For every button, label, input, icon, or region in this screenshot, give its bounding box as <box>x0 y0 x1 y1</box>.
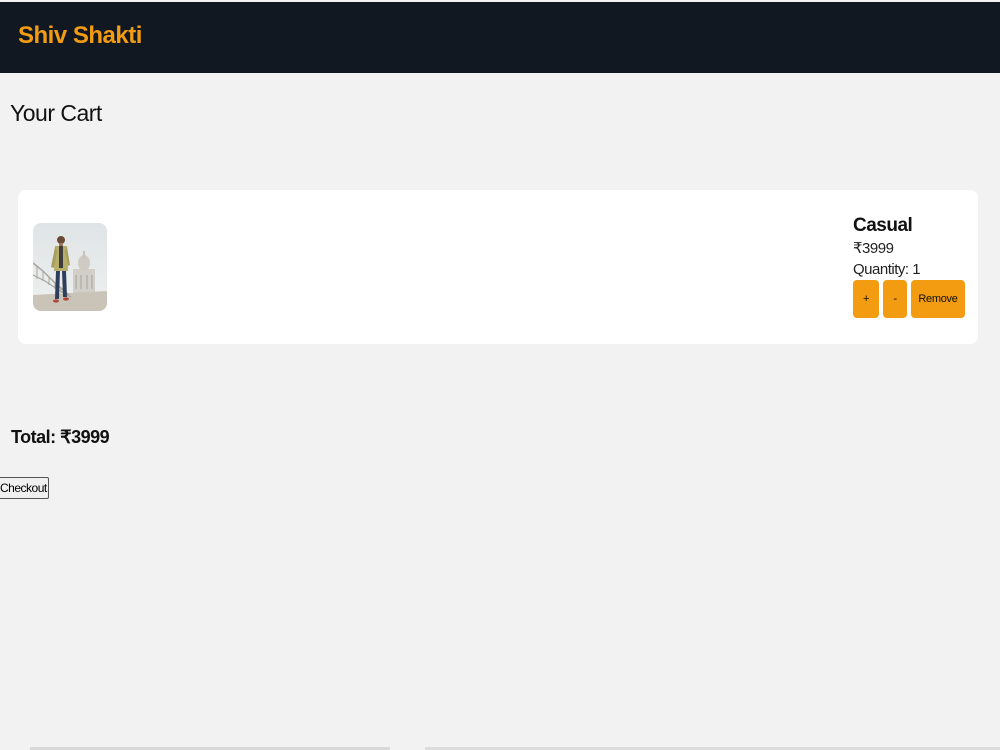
product-photo-icon <box>33 223 107 311</box>
remove-item-button[interactable]: Remove <box>911 280 965 318</box>
product-name: Casual <box>853 215 913 236</box>
checkout-button[interactable]: Checkout <box>0 477 49 499</box>
cart-item-card: Casual ₹3999 Quantity: 1 + - Remove <box>18 190 978 344</box>
site-header: Shiv Shakti <box>0 2 1000 73</box>
increase-quantity-button[interactable]: + <box>853 280 879 318</box>
product-price: ₹3999 <box>853 240 894 257</box>
quantity-controls: + - Remove <box>853 280 973 318</box>
product-details: Casual ₹3999 Quantity: 1 + - Remove <box>853 214 973 318</box>
product-quantity: Quantity: 1 <box>853 261 921 278</box>
page-title: Your Cart <box>10 100 102 126</box>
cart-total: Total: ₹3999 <box>11 427 110 447</box>
decrease-quantity-button[interactable]: - <box>883 280 907 318</box>
product-image <box>33 223 107 311</box>
brand-logo-text[interactable]: Shiv Shakti <box>18 22 142 50</box>
